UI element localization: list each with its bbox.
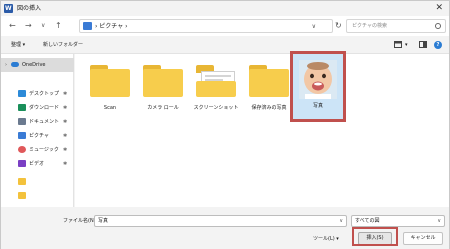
word-app-icon — [4, 4, 13, 13]
expand-chevron-icon[interactable]: › — [5, 61, 7, 69]
pin-icon: ✱ — [63, 119, 68, 125]
pin-icon: ✱ — [63, 91, 68, 97]
file-item-saved-pictures[interactable]: 保存済みの写真 — [243, 54, 295, 120]
chevron-down-icon[interactable]: ∨ — [339, 217, 343, 225]
search-input[interactable]: ピクチャの検索 — [346, 19, 446, 33]
search-icon — [435, 23, 441, 29]
sidebar-item-folder[interactable] — [1, 175, 74, 189]
sidebar-item-label: ピクチャ — [29, 133, 49, 139]
refresh-icon[interactable]: ↻ — [335, 21, 342, 30]
sidebar-item-label: ビデオ — [29, 161, 45, 167]
sidebar-item-onedrive[interactable]: › OneDrive — [1, 58, 74, 72]
chevron-down-icon[interactable]: ∨ — [437, 217, 441, 225]
file-item-label: 写真 — [312, 103, 323, 109]
cloud-icon — [11, 62, 19, 67]
sidebar-item-documents[interactable]: ドキュメント ✱ — [1, 115, 74, 129]
file-item-label: 保存済みの写真 — [251, 105, 287, 111]
file-list: Scan カメラ ロール スクリーンショット 保存済みの写真 写真 — [75, 51, 449, 207]
file-item-label: Scan — [103, 105, 117, 111]
search-placeholder: ピクチャの検索 — [352, 23, 387, 29]
navigation-bar: ← → ∨ ↑ › ピクチャ › ∨ ↻ ピクチャの検索 — [1, 16, 449, 36]
sidebar-item-label: OneDrive — [22, 62, 46, 68]
sidebar-item-label: ダウンロード — [29, 105, 60, 111]
insert-picture-dialog: 図の挿入 ✕ ← → ∨ ↑ › ピクチャ › ∨ ↻ ピクチャの検索 整理 ▾… — [0, 0, 450, 249]
document-icon — [18, 118, 26, 125]
file-type-value: すべての図 — [355, 218, 380, 224]
folder-icon — [143, 65, 183, 97]
view-dropdown-icon[interactable]: ▾ — [405, 41, 408, 49]
baby-face-illustration — [299, 60, 337, 99]
dialog-title: 図の挿入 — [17, 5, 42, 12]
folder-with-preview-icon — [196, 65, 236, 97]
file-item-label: スクリーンショット — [193, 105, 239, 111]
cancel-button[interactable]: キャンセル — [403, 232, 443, 245]
folder-icon — [18, 192, 26, 199]
back-arrow-icon[interactable]: ← — [9, 21, 16, 30]
music-icon — [18, 146, 26, 153]
pin-icon: ✱ — [63, 147, 68, 153]
forward-arrow-icon[interactable]: → — [25, 21, 32, 30]
tools-dropdown[interactable]: ツール(L) ▾ — [313, 235, 339, 243]
sidebar-item-pictures[interactable]: ピクチャ ✱ — [1, 129, 74, 143]
breadcrumb[interactable]: › ピクチャ › — [95, 22, 128, 31]
file-item-scan[interactable]: Scan — [84, 54, 136, 120]
filename-field[interactable]: 写真 ∨ — [94, 215, 347, 227]
file-item-camera-roll[interactable]: カメラ ロール — [137, 54, 189, 120]
filename-value: 写真 — [98, 218, 109, 224]
file-item-screenshots[interactable]: スクリーンショット — [190, 54, 242, 120]
video-icon — [18, 160, 26, 167]
sidebar-item-label: ミュージック — [29, 147, 59, 153]
organize-button[interactable]: 整理 ▾ — [11, 41, 25, 49]
file-type-select[interactable]: すべての図 ∨ — [351, 215, 445, 227]
address-history-chevron-icon[interactable]: ∨ — [312, 22, 316, 31]
title-bar: 図の挿入 ✕ — [1, 1, 449, 16]
desktop-icon — [18, 90, 26, 97]
pictures-icon — [18, 132, 26, 139]
sidebar-item-label: ドキュメント — [29, 119, 60, 125]
download-icon — [18, 104, 26, 111]
folder-icon — [90, 65, 130, 97]
navigation-pane: › OneDrive デスクトップ ✱ ダウンロード ✱ ドキュメント ✱ ピク… — [1, 54, 74, 207]
pictures-folder-icon — [83, 22, 92, 30]
sidebar-item-downloads[interactable]: ダウンロード ✱ — [1, 101, 74, 115]
folder-icon — [249, 65, 289, 97]
close-icon[interactable]: ✕ — [435, 2, 443, 14]
recent-locations-dropdown-icon[interactable]: ∨ — [41, 21, 45, 30]
preview-pane-icon[interactable] — [419, 41, 427, 48]
file-item-photo-selected[interactable]: 写真 — [290, 51, 346, 122]
command-bar: 整理 ▾ 新しいフォルダー ▾ ? — [1, 36, 449, 54]
file-item-label: カメラ ロール — [147, 105, 179, 111]
folder-icon — [18, 178, 26, 185]
sidebar-item-label: デスクトップ — [29, 91, 60, 97]
insert-button-highlight — [352, 227, 398, 246]
view-options-icon[interactable] — [394, 41, 402, 48]
sidebar-item-music[interactable]: ミュージック ✱ — [1, 143, 74, 157]
sidebar-item-desktop[interactable]: デスクトップ ✱ — [1, 87, 74, 101]
pin-icon: ✱ — [63, 161, 68, 167]
help-icon[interactable]: ? — [434, 41, 442, 49]
up-arrow-icon[interactable]: ↑ — [55, 21, 62, 30]
address-bar[interactable]: › ピクチャ › ∨ — [79, 19, 333, 33]
baby-photo-thumbnail — [299, 60, 337, 99]
pin-icon: ✱ — [63, 133, 68, 139]
filename-label: ファイル名(N): — [63, 218, 98, 224]
pin-icon: ✱ — [63, 105, 68, 111]
sidebar-item-videos[interactable]: ビデオ ✱ — [1, 157, 74, 171]
new-folder-button[interactable]: 新しいフォルダー — [43, 41, 83, 49]
sidebar-item-folder[interactable] — [1, 189, 74, 203]
